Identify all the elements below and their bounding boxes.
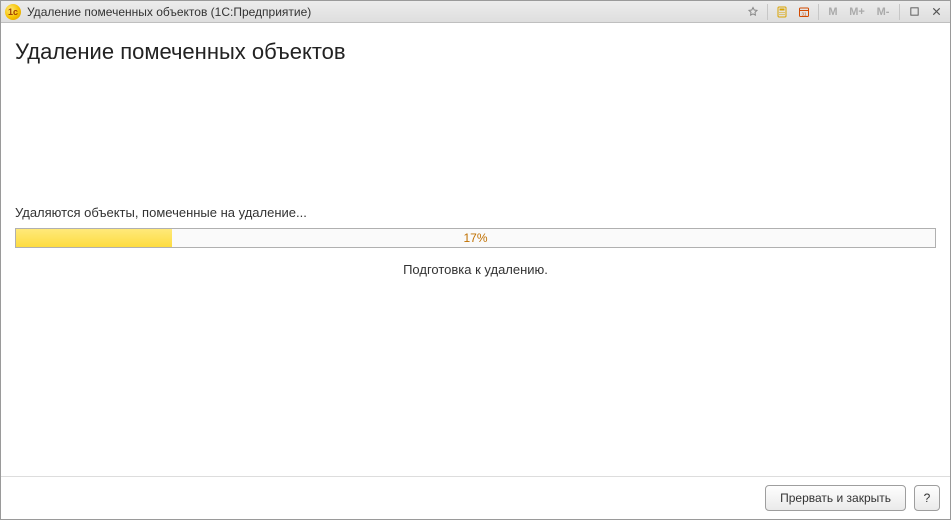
footer: Прервать и закрыть ? [1,476,950,519]
progress-bar: 17% [15,228,936,248]
progress-percent: 17% [16,231,935,245]
memory-m-button[interactable]: M [823,3,843,21]
page-title: Удаление помеченных объектов [15,39,938,65]
window: 1c Удаление помеченных объектов (1С:Пред… [0,0,951,520]
status-text: Удаляются объекты, помеченные на удалени… [15,205,938,220]
cancel-and-close-button[interactable]: Прервать и закрыть [765,485,906,511]
memory-mplus-button[interactable]: M+ [845,3,869,21]
maximize-button[interactable] [904,3,924,21]
window-title: Удаление помеченных объектов (1С:Предпри… [27,5,311,19]
svg-text:31: 31 [801,11,807,16]
substatus-text: Подготовка к удалению. [13,262,938,277]
titlebar-tools: 31 M M+ M- [743,3,946,21]
close-button[interactable] [926,3,946,21]
help-button[interactable]: ? [914,485,940,511]
content-area: Удаление помеченных объектов Удаляются о… [1,23,950,476]
titlebar: 1c Удаление помеченных объектов (1С:Пред… [1,1,950,23]
app-icon: 1c [5,4,21,20]
calculator-icon[interactable] [772,3,792,21]
progress-section: Удаляются объекты, помеченные на удалени… [13,65,938,476]
memory-mminus-button[interactable]: M- [871,3,895,21]
favorite-icon[interactable] [743,3,763,21]
calendar-icon[interactable]: 31 [794,3,814,21]
